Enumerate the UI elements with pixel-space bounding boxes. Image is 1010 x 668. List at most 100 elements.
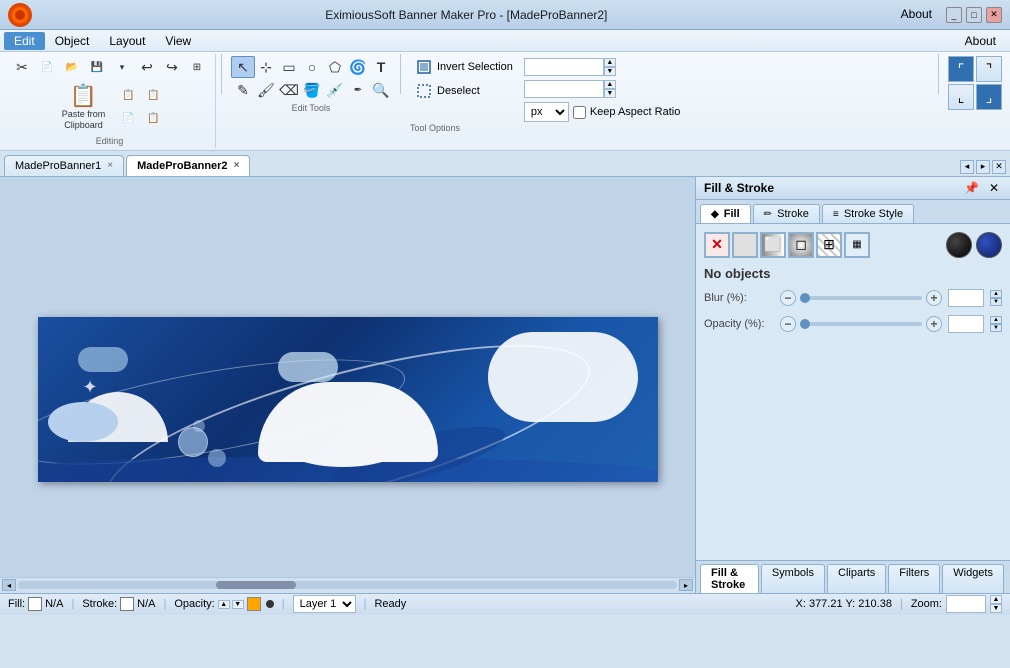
canvas-area[interactable]: ✦: [0, 177, 695, 577]
fill-pattern-button[interactable]: ⊞: [816, 232, 842, 258]
stroke-style-tab[interactable]: ≡ Stroke Style: [822, 204, 914, 223]
opacity-status-down[interactable]: ▼: [232, 600, 244, 609]
cliparts-tab[interactable]: Cliparts: [827, 564, 886, 593]
ellipse-tool[interactable]: ○: [300, 56, 324, 78]
tab-next-button[interactable]: ▸: [976, 160, 990, 174]
top-right-snap-button[interactable]: ⌝: [976, 56, 1002, 82]
extra-button[interactable]: ⊞: [185, 56, 209, 78]
color-picker-button[interactable]: [976, 232, 1002, 258]
opacity-up-button[interactable]: ▲: [990, 316, 1002, 324]
node-tool[interactable]: ⊹: [254, 56, 278, 78]
new-button[interactable]: 📄: [35, 56, 59, 78]
menu-view[interactable]: View: [155, 32, 201, 50]
about-menu-button[interactable]: About: [955, 32, 1006, 50]
width-up-button[interactable]: ▲: [604, 58, 616, 67]
pencil-tool[interactable]: ✎: [231, 79, 255, 101]
maximize-button[interactable]: □: [966, 7, 982, 23]
open-button[interactable]: 📂: [60, 56, 84, 78]
extra2-button[interactable]: 📋: [142, 107, 166, 129]
opacity-slider-track[interactable]: [800, 322, 922, 326]
fill-swatch-button[interactable]: ▦: [844, 232, 870, 258]
width-input[interactable]: [524, 58, 604, 76]
blur-plus-button[interactable]: +: [926, 290, 942, 306]
keep-aspect-ratio-checkbox[interactable]: [573, 106, 586, 119]
fill-solid-button[interactable]: [732, 232, 758, 258]
eraser-tool[interactable]: ⌫: [277, 79, 301, 101]
save-button[interactable]: 💾: [85, 56, 109, 78]
polygon-tool[interactable]: ⬠: [323, 56, 347, 78]
opacity-slider-thumb[interactable]: [800, 319, 810, 329]
about-button[interactable]: About: [901, 7, 932, 23]
minimize-button[interactable]: _: [946, 7, 962, 23]
fill-radial-grad-button[interactable]: ◻: [788, 232, 814, 258]
blur-up-button[interactable]: ▲: [990, 290, 1002, 298]
invert-selection-button[interactable]: Invert Selection: [410, 56, 518, 78]
opacity-plus-button[interactable]: +: [926, 316, 942, 332]
panel-close-button[interactable]: ✕: [986, 181, 1002, 195]
fill-stroke-tab[interactable]: Fill & Stroke: [700, 564, 759, 593]
path-tool[interactable]: ✒: [346, 79, 370, 101]
copy-button[interactable]: 📋: [117, 84, 141, 106]
brush-tool[interactable]: 🖌: [254, 79, 278, 101]
tab-prev-button[interactable]: ◂: [960, 160, 974, 174]
menu-edit[interactable]: Edit: [4, 32, 45, 50]
opacity-minus-button[interactable]: −: [780, 316, 796, 332]
bottom-left-snap-button[interactable]: ⌞: [948, 84, 974, 110]
top-left-snap-button[interactable]: ⌜: [948, 56, 974, 82]
opacity-down-button[interactable]: ▼: [990, 324, 1002, 332]
paste-from-clipboard-button[interactable]: 📋 Paste fromClipboard: [54, 80, 114, 134]
color-wheel-button[interactable]: [946, 232, 972, 258]
expand-button[interactable]: 📋: [142, 84, 166, 106]
symbols-tab[interactable]: Symbols: [761, 564, 825, 593]
spiral-tool[interactable]: 🌀: [346, 56, 370, 78]
blur-down-button[interactable]: ▼: [990, 298, 1002, 306]
more-button[interactable]: ▾: [110, 56, 134, 78]
tab-1-close[interactable]: ×: [234, 160, 240, 171]
blur-minus-button[interactable]: −: [780, 290, 796, 306]
layer-select[interactable]: Layer 1: [293, 595, 356, 613]
zoom-tool[interactable]: 🔍: [369, 79, 393, 101]
tab-0-close[interactable]: ×: [107, 160, 113, 171]
blur-slider-thumb[interactable]: [800, 293, 810, 303]
blur-slider-track[interactable]: [800, 296, 922, 300]
horizontal-scrollbar[interactable]: ◂ ▸: [0, 577, 695, 593]
opacity-input[interactable]: 0: [948, 315, 984, 333]
zoom-up-button[interactable]: ▲: [990, 595, 1002, 604]
text-tool[interactable]: T: [369, 56, 393, 78]
bottom-right-snap-button[interactable]: ⌟: [976, 84, 1002, 110]
scroll-thumb[interactable]: [216, 581, 296, 589]
opacity-status-up[interactable]: ▲: [218, 600, 230, 609]
fill-tool[interactable]: 🪣: [300, 79, 324, 101]
tab-close-all-button[interactable]: ✕: [992, 160, 1006, 174]
eyedropper-tool[interactable]: 💉: [323, 79, 347, 101]
fill-linear-grad-button[interactable]: ⬜: [760, 232, 786, 258]
scroll-track[interactable]: [18, 581, 677, 589]
blur-input[interactable]: 0: [948, 289, 984, 307]
panel-pin-button[interactable]: 📌: [961, 181, 982, 195]
fill-tab[interactable]: ◆ Fill: [700, 204, 751, 223]
cut-button[interactable]: ✂: [10, 56, 34, 78]
scroll-right-button[interactable]: ▸: [679, 579, 693, 591]
redo-button[interactable]: ↪: [160, 56, 184, 78]
zoom-input[interactable]: 135%: [946, 595, 986, 613]
fill-none-button[interactable]: ✕: [704, 232, 730, 258]
height-up-button[interactable]: ▲: [604, 80, 616, 89]
height-down-button[interactable]: ▼: [604, 89, 616, 98]
filters-tab[interactable]: Filters: [888, 564, 940, 593]
undo-button[interactable]: ↩: [135, 56, 159, 78]
rect-tool[interactable]: ▭: [277, 56, 301, 78]
select-tool[interactable]: ↖: [231, 56, 255, 78]
zoom-down-button[interactable]: ▼: [990, 604, 1002, 613]
banner-canvas[interactable]: ✦: [38, 317, 658, 482]
close-button[interactable]: ✕: [986, 7, 1002, 23]
width-down-button[interactable]: ▼: [604, 67, 616, 76]
scroll-left-button[interactable]: ◂: [2, 579, 16, 591]
menu-object[interactable]: Object: [45, 32, 100, 50]
widgets-tab[interactable]: Widgets: [942, 564, 1004, 593]
height-input[interactable]: [524, 80, 604, 98]
menu-layout[interactable]: Layout: [99, 32, 155, 50]
tab-1[interactable]: MadeProBanner2 ×: [126, 155, 250, 176]
paste2-button[interactable]: 📄: [117, 107, 141, 129]
unit-select[interactable]: px cm mm in: [524, 102, 569, 122]
deselect-button[interactable]: Deselect: [410, 80, 518, 102]
